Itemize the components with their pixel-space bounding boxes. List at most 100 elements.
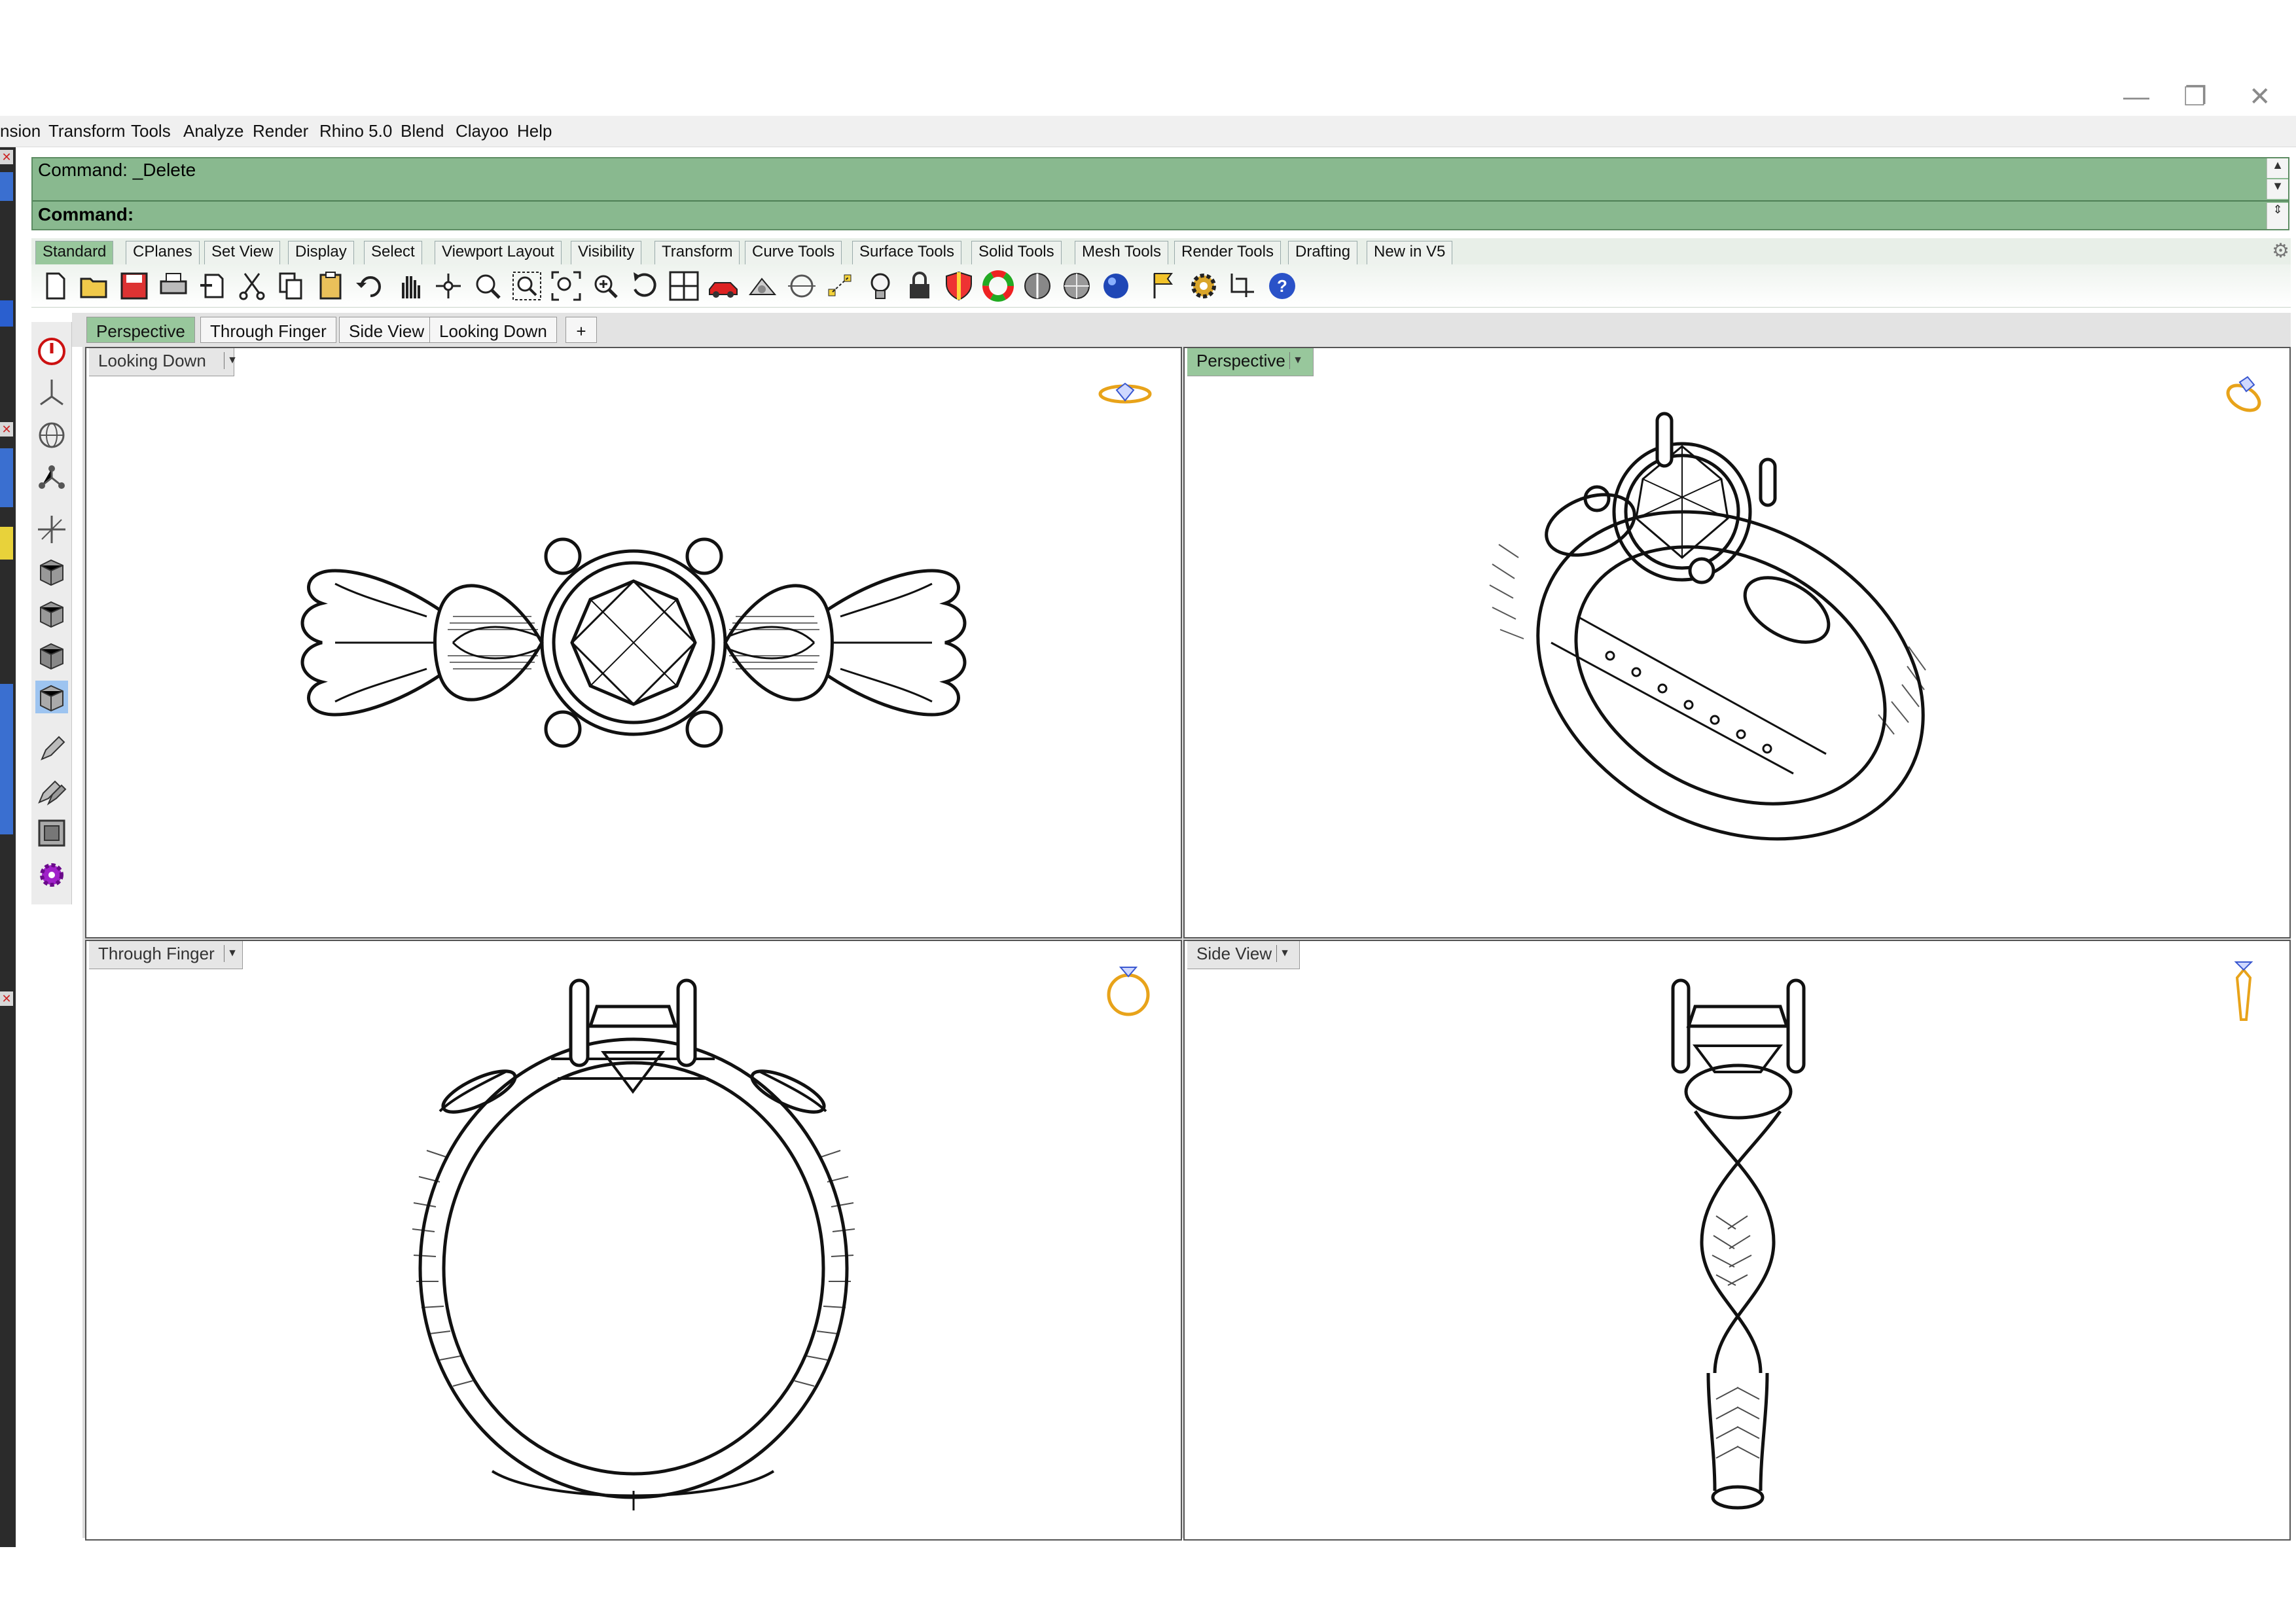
- rotate-view-icon[interactable]: [432, 270, 465, 302]
- menu-dimension[interactable]: nsion: [0, 121, 41, 141]
- tab-drafting[interactable]: Drafting: [1288, 241, 1358, 265]
- box-back-icon[interactable]: [35, 597, 68, 630]
- zoom-extents-icon[interactable]: [550, 270, 583, 302]
- prompt-scroll-icon[interactable]: ⇕: [2267, 203, 2288, 229]
- tab-display[interactable]: Display: [288, 241, 354, 265]
- pencil-icon[interactable]: [35, 733, 68, 766]
- new-icon[interactable]: [39, 270, 72, 302]
- four-viewports-icon[interactable]: [668, 270, 700, 302]
- close-icon[interactable]: ✕: [0, 991, 13, 1006]
- menu-help[interactable]: Help: [517, 121, 552, 141]
- object-properties-icon[interactable]: [746, 270, 779, 302]
- open-icon[interactable]: [79, 270, 111, 302]
- car-icon[interactable]: [707, 270, 740, 302]
- gear-options-icon[interactable]: [1187, 270, 1220, 302]
- chevron-down-icon[interactable]: ▼: [1276, 945, 1293, 962]
- globe-icon[interactable]: [35, 419, 68, 452]
- menu-tools[interactable]: Tools: [131, 121, 171, 141]
- minimize-button[interactable]: —: [2123, 84, 2149, 110]
- menu-blend[interactable]: Blend: [401, 121, 444, 141]
- close-icon[interactable]: ✕: [0, 422, 13, 437]
- tab-through-finger[interactable]: Through Finger: [200, 317, 336, 343]
- ring-navigator-icon[interactable]: [1102, 954, 1155, 1020]
- restore-button[interactable]: ❐: [2183, 84, 2207, 110]
- tab-surface-tools[interactable]: Surface Tools: [852, 241, 961, 265]
- tab-solid-tools[interactable]: Solid Tools: [971, 241, 1062, 265]
- points-icon[interactable]: [825, 270, 857, 302]
- color-wheel-icon[interactable]: [982, 270, 1014, 302]
- close-icon[interactable]: ✕: [0, 150, 13, 164]
- ring-navigator-icon[interactable]: [2224, 952, 2263, 1030]
- light-icon[interactable]: [864, 270, 897, 302]
- viewport-through-finger[interactable]: Through Finger ▼: [85, 940, 1182, 1541]
- shaded-sphere-icon[interactable]: [1021, 270, 1054, 302]
- add-viewport-button[interactable]: +: [565, 317, 597, 343]
- tab-viewport-layout[interactable]: Viewport Layout: [435, 241, 562, 265]
- copy-icon[interactable]: [275, 270, 308, 302]
- rotate-icon[interactable]: [628, 270, 661, 302]
- viewport-title[interactable]: Through Finger: [89, 941, 243, 969]
- help-icon[interactable]: ?: [1266, 270, 1299, 302]
- save-icon[interactable]: [118, 270, 151, 302]
- tab-cplanes[interactable]: CPlanes: [126, 241, 200, 265]
- gear-icon[interactable]: ⚙: [2272, 240, 2289, 262]
- stop-icon[interactable]: [35, 335, 68, 368]
- tab-mesh-tools[interactable]: Mesh Tools: [1075, 241, 1168, 265]
- menu-render[interactable]: Render: [253, 121, 308, 141]
- tab-curve-tools[interactable]: Curve Tools: [745, 241, 842, 265]
- menu-analyze[interactable]: Analyze: [183, 121, 244, 141]
- close-button[interactable]: ✕: [2249, 84, 2271, 110]
- import-icon[interactable]: [196, 270, 229, 302]
- tab-render-tools[interactable]: Render Tools: [1174, 241, 1281, 265]
- menu-transform[interactable]: Transform: [48, 121, 126, 141]
- zoom-selected-icon[interactable]: [589, 270, 622, 302]
- scroll-up-icon[interactable]: ▲: [2267, 158, 2288, 178]
- chevron-down-icon[interactable]: ▼: [224, 352, 240, 369]
- tab-looking-down[interactable]: Looking Down: [429, 317, 557, 343]
- frame-icon[interactable]: [35, 817, 68, 849]
- zoom-window-icon[interactable]: [511, 270, 543, 302]
- gear-purple-icon[interactable]: [35, 859, 68, 891]
- rendered-sphere-icon[interactable]: [1060, 270, 1093, 302]
- box-left-icon[interactable]: [35, 639, 68, 671]
- tab-visibility[interactable]: Visibility: [571, 241, 642, 265]
- menu-clayoo[interactable]: Clayoo: [456, 121, 509, 141]
- ring-navigator-icon[interactable]: [1096, 374, 1155, 414]
- command-prompt[interactable]: Command:: [38, 204, 134, 225]
- box-front-icon[interactable]: [35, 555, 68, 588]
- render-sphere-icon[interactable]: [1100, 270, 1132, 302]
- curve-icon[interactable]: [785, 270, 818, 302]
- paste-icon[interactable]: [314, 270, 347, 302]
- tab-new-in-v5[interactable]: New in V5: [1367, 241, 1453, 265]
- network-icon[interactable]: [35, 461, 68, 493]
- tab-select[interactable]: Select: [364, 241, 422, 265]
- flag-icon[interactable]: [1148, 270, 1181, 302]
- tab-transform[interactable]: Transform: [655, 241, 740, 265]
- viewport-title[interactable]: Looking Down: [89, 348, 234, 376]
- menu-rhino[interactable]: Rhino 5.0: [319, 121, 392, 141]
- chevron-down-icon[interactable]: ▼: [1289, 352, 1306, 369]
- tab-perspective[interactable]: Perspective: [86, 317, 195, 343]
- scroll-down-icon[interactable]: ▼: [2267, 179, 2288, 199]
- tab-set-view[interactable]: Set View: [204, 241, 281, 265]
- tab-side-view[interactable]: Side View: [339, 317, 435, 343]
- viewport-looking-down[interactable]: Looking Down ▼: [85, 347, 1182, 938]
- panel-chip: [0, 684, 13, 834]
- pan-icon[interactable]: [393, 270, 425, 302]
- dimension-icon[interactable]: [1227, 270, 1259, 302]
- box-active-icon[interactable]: [35, 681, 68, 713]
- undo-icon[interactable]: [353, 270, 386, 302]
- chevron-down-icon[interactable]: ▼: [224, 945, 240, 962]
- multi-pencil-icon[interactable]: [35, 775, 68, 808]
- cut-icon[interactable]: [236, 270, 268, 302]
- tab-standard[interactable]: Standard: [35, 241, 114, 265]
- pivot-icon[interactable]: [35, 377, 68, 410]
- zoom-icon[interactable]: [471, 270, 504, 302]
- viewport-perspective[interactable]: Perspective ▼: [1183, 347, 2291, 938]
- axes-icon[interactable]: [35, 513, 68, 546]
- viewport-side-view[interactable]: Side View ▼: [1183, 940, 2291, 1541]
- ring-navigator-icon[interactable]: [2217, 368, 2270, 420]
- lock-icon[interactable]: [903, 270, 936, 302]
- print-icon[interactable]: [157, 270, 190, 302]
- shield-icon[interactable]: [942, 270, 975, 302]
